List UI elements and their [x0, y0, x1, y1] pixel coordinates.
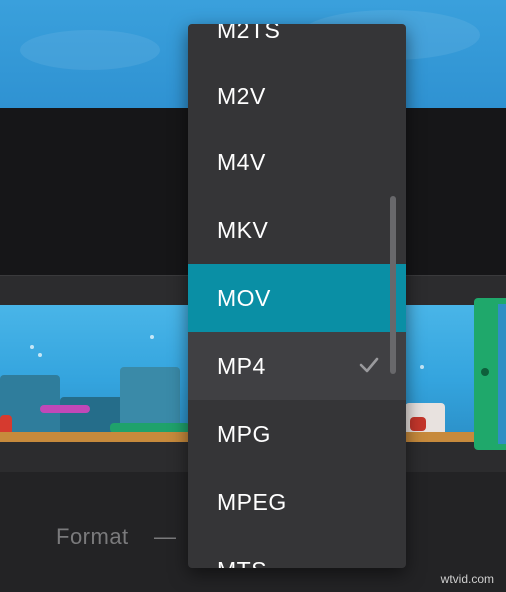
format-separator: —: [154, 524, 176, 549]
format-option-mpeg[interactable]: MPEG: [188, 468, 406, 536]
checkmark-icon: [359, 357, 379, 373]
format-dropdown-menu[interactable]: M2TS M2V M4V MKV MOV MP4 MPG MPEG MTS: [188, 24, 406, 568]
format-option-mov[interactable]: MOV: [188, 264, 406, 332]
format-option-label: M2V: [217, 82, 266, 109]
format-option-label: MOV: [217, 284, 271, 311]
format-option-label: M2TS: [217, 24, 281, 43]
dropdown-scrollbar[interactable]: [390, 196, 396, 374]
format-option-label: MP4: [217, 352, 266, 379]
format-option-label: M4V: [217, 148, 266, 175]
format-option-m2ts[interactable]: M2TS: [188, 24, 406, 64]
format-option-m4v[interactable]: M4V: [188, 128, 406, 196]
format-option-mts[interactable]: MTS: [188, 536, 406, 569]
trim-grip-icon: [481, 368, 489, 376]
format-option-label: MKV: [217, 216, 269, 243]
format-option-label: MPEG: [217, 488, 287, 515]
format-option-label: MTS: [217, 557, 267, 569]
format-label: Format: [56, 524, 129, 549]
format-option-label: MPG: [217, 420, 271, 447]
format-option-m2v[interactable]: M2V: [188, 62, 406, 130]
format-option-mpg[interactable]: MPG: [188, 400, 406, 468]
format-option-mp4[interactable]: MP4: [188, 332, 406, 400]
trim-handle-right[interactable]: [474, 298, 506, 450]
watermark: wtvid.com: [440, 572, 494, 586]
format-option-mkv[interactable]: MKV: [188, 196, 406, 264]
